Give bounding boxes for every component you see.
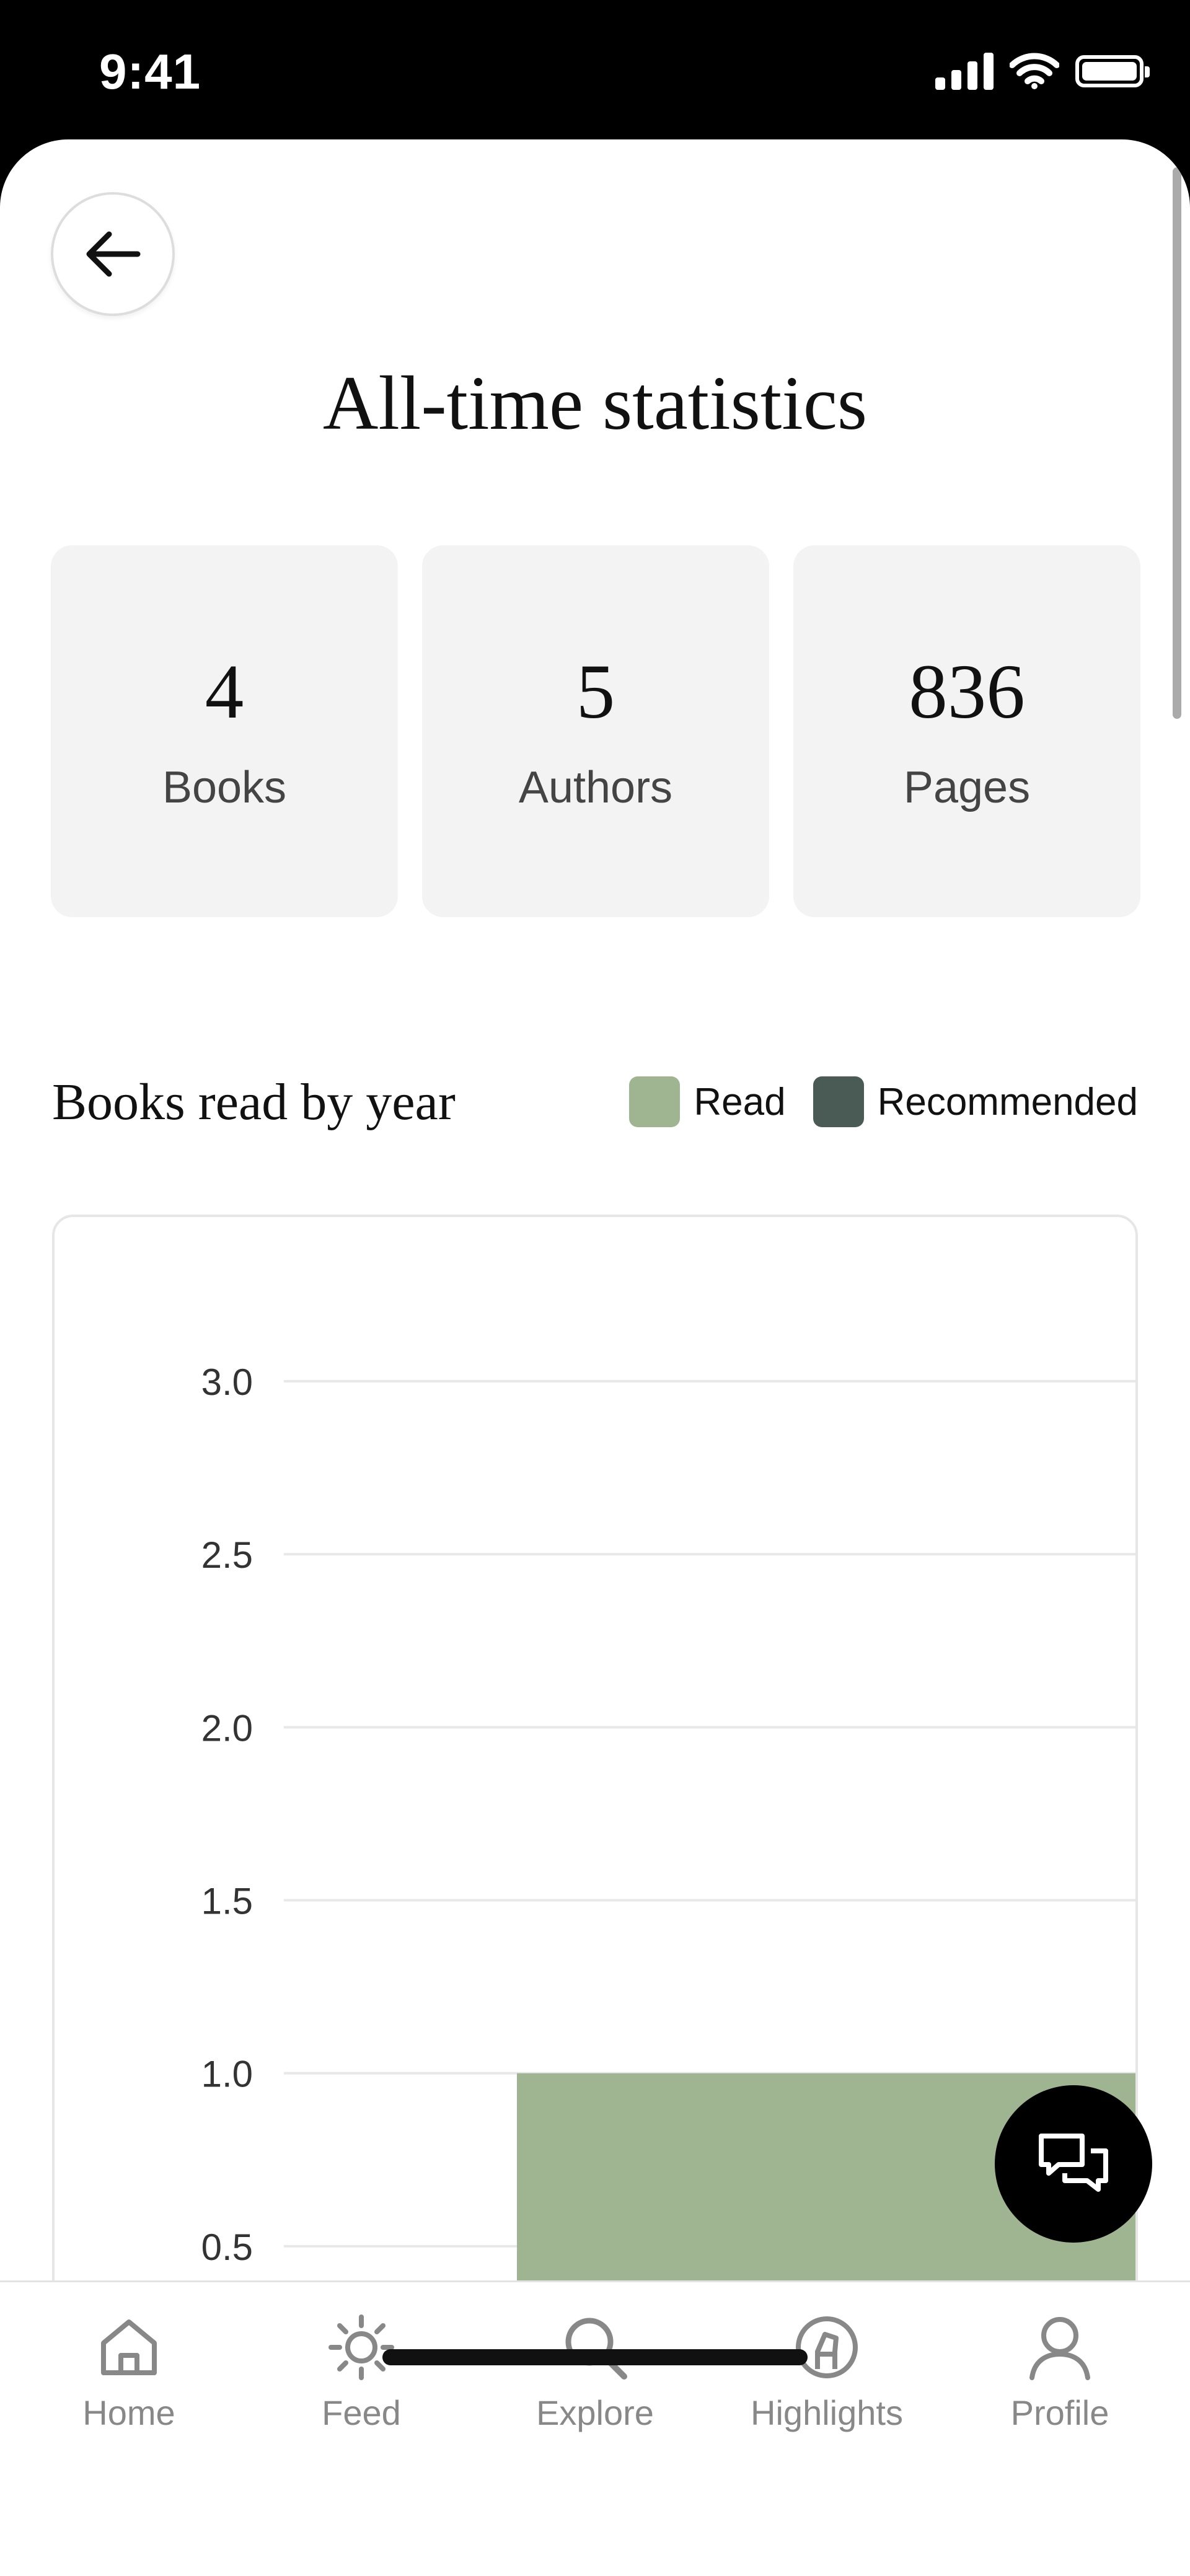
stat-value: 836 [909, 649, 1025, 735]
tab-feed[interactable]: Feed [281, 2313, 442, 2433]
statistics-sheet: All-time statistics 4 Books 5 Authors 83… [0, 139, 1190, 2576]
tab-label: Explore [536, 2393, 654, 2432]
y-tick-label: 0.5 [201, 2227, 253, 2268]
y-tick-label: 3.0 [201, 1361, 253, 1403]
battery-icon [1075, 55, 1150, 87]
app-screen: 9:41 All-time statistics 4 Books 5 Autho… [0, 0, 1190, 2576]
home-icon [101, 2319, 157, 2375]
chat-button[interactable] [995, 2085, 1152, 2243]
tab-label: Highlights [751, 2393, 903, 2432]
arrow-left-icon [86, 231, 141, 277]
stat-label: Books [162, 763, 287, 812]
user-icon [1029, 2317, 1090, 2380]
tab-label: Profile [1010, 2393, 1109, 2432]
tab-explore[interactable]: Explore [514, 2313, 676, 2433]
tab-label: Home [82, 2393, 175, 2432]
tab-bar: Home Feed Explore Highlights Profile [0, 2280, 1190, 2576]
stat-value: 4 [205, 649, 244, 735]
stat-card-books: 4 Books [51, 545, 398, 917]
tab-highlights[interactable]: Highlights [746, 2313, 907, 2433]
chart-legend: Read Recommended [629, 1076, 1138, 1127]
status-bar: 9:41 [0, 0, 1190, 139]
chat-icon [1039, 2134, 1108, 2192]
tab-label: Feed [322, 2393, 401, 2432]
legend-item-recommended: Recommended [813, 1076, 1138, 1127]
page-title: All-time statistics [322, 361, 868, 446]
legend-swatch-recommended [813, 1076, 864, 1127]
stat-label: Pages [903, 763, 1031, 812]
y-tick-label: 2.0 [201, 1707, 253, 1749]
legend-swatch-read [629, 1076, 681, 1127]
status-time: 9:41 [99, 44, 201, 99]
section-title: Books read by year [52, 1073, 456, 1131]
cellular-signal-icon [935, 53, 994, 90]
status-icons [935, 53, 1150, 90]
stat-value: 5 [576, 649, 615, 735]
legend-label: Recommended [877, 1080, 1138, 1123]
wifi-icon [1010, 53, 1059, 89]
y-tick-label: 2.5 [201, 1534, 253, 1576]
tab-profile[interactable]: Profile [979, 2313, 1140, 2433]
y-tick-label: 1.0 [201, 2054, 253, 2095]
stat-card-authors: 5 Authors [422, 545, 769, 917]
stat-card-pages: 836 Pages [793, 545, 1140, 917]
legend-item-read: Read [629, 1076, 786, 1127]
tab-home[interactable]: Home [48, 2313, 209, 2433]
back-button[interactable] [51, 192, 175, 316]
y-tick-label: 1.5 [201, 1881, 253, 1922]
sun-icon [328, 2314, 394, 2380]
search-icon [565, 2318, 627, 2380]
home-indicator [382, 2349, 808, 2365]
legend-label: Read [694, 1080, 786, 1123]
highlighter-icon [796, 2316, 858, 2378]
stat-label: Authors [518, 763, 673, 812]
